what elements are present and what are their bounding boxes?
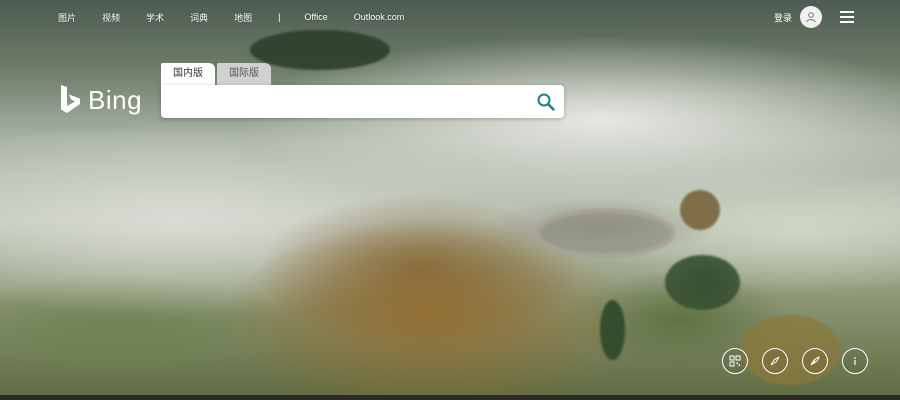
account-area: 登录 — [774, 6, 822, 28]
nav-office[interactable]: Office — [304, 12, 327, 22]
bottom-actions — [722, 348, 868, 374]
search-scope-tabs: 国内版 国际版 — [161, 63, 273, 85]
info-button[interactable] — [842, 348, 868, 374]
feather-button[interactable] — [802, 348, 828, 374]
nav-images[interactable]: 图片 — [58, 11, 76, 24]
qr-code-icon — [729, 355, 741, 367]
bing-logo[interactable]: Bing — [58, 84, 142, 116]
avatar[interactable] — [800, 6, 822, 28]
search-box — [161, 85, 564, 118]
nav-academic[interactable]: 学术 — [146, 11, 164, 24]
compass-button[interactable] — [762, 348, 788, 374]
info-icon — [854, 357, 856, 365]
search-button[interactable] — [536, 92, 556, 112]
search-input[interactable] — [167, 91, 531, 114]
tree-clump — [665, 255, 740, 310]
login-link[interactable]: 登录 — [774, 11, 792, 24]
tab-domestic[interactable]: 国内版 — [161, 63, 215, 85]
nav-links: 图片 视频 学术 词典 地图 | Office Outlook.com — [58, 11, 430, 24]
search-icon — [537, 93, 555, 111]
tree-single — [680, 190, 720, 230]
nav-maps[interactable]: 地图 — [234, 11, 252, 24]
background-image — [0, 0, 900, 400]
user-icon — [806, 12, 816, 23]
bing-b-icon — [61, 85, 80, 113]
nav-separator: | — [278, 12, 281, 22]
tab-international[interactable]: 国际版 — [217, 63, 271, 85]
menu-icon[interactable] — [840, 11, 854, 23]
feather-icon — [810, 356, 820, 366]
nav-videos[interactable]: 视频 — [102, 11, 120, 24]
tree-conifer — [600, 300, 625, 360]
castle-ruin — [535, 208, 675, 258]
nav-dictionary[interactable]: 词典 — [190, 11, 208, 24]
nav-outlook[interactable]: Outlook.com — [354, 12, 405, 22]
qr-code-button[interactable] — [722, 348, 748, 374]
top-navigation: 图片 视频 学术 词典 地图 | Office Outlook.com — [0, 0, 900, 34]
logo-text: Bing — [88, 84, 143, 115]
compass-icon — [770, 356, 780, 366]
bottom-bar — [0, 395, 900, 400]
